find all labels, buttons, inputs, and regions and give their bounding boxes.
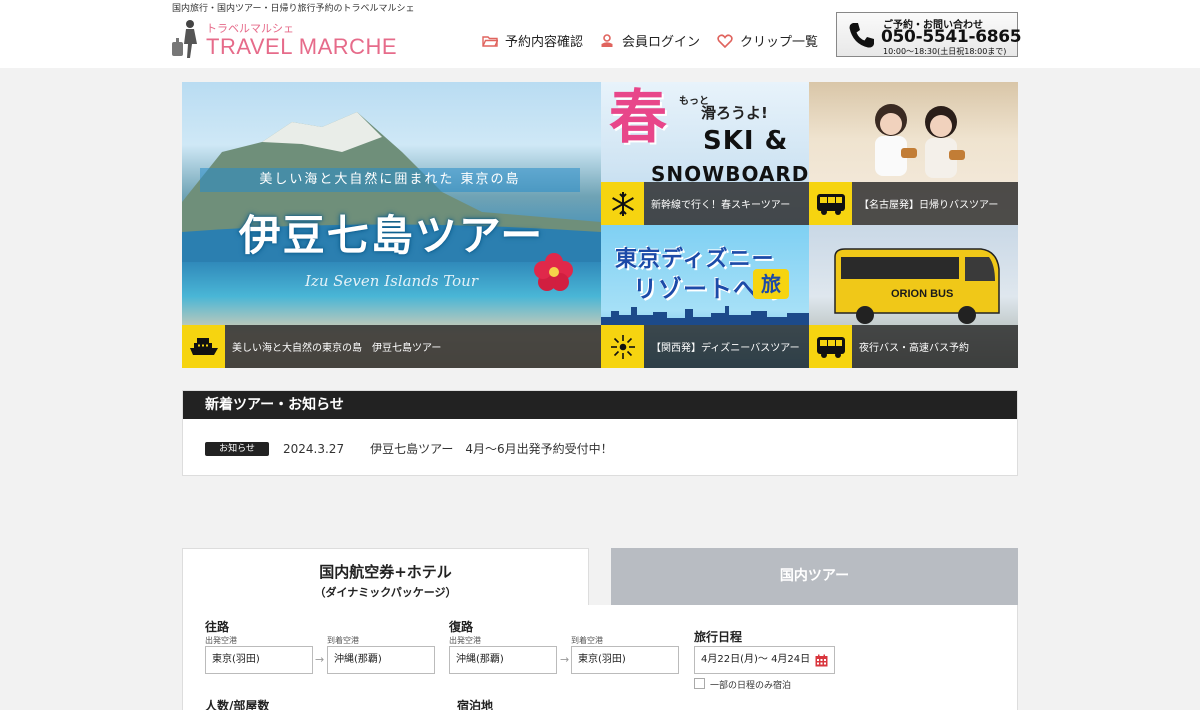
izu-subtitle: 美しい海と大自然に囲まれた 東京の島 [200, 168, 580, 192]
logo-text: TRAVEL MARCHE [206, 34, 398, 59]
bus-brand-text: ORION BUS [891, 288, 953, 300]
contact-phone-number: 050-5541-6865 [881, 27, 1022, 47]
night-bus-caption-bar: 夜行バス・高速バス予約 [809, 325, 1018, 368]
tab-dynamic-package-title: 国内航空券+ホテル [319, 563, 452, 581]
bus-day-caption-text: 【名古屋発】日帰りバスツアー [859, 200, 999, 211]
traveler-logo-icon [172, 20, 197, 58]
banner-night-bus[interactable]: ORION BUS 夜行バス・高速バス予約 [809, 225, 1018, 368]
return-label: 復路 [449, 620, 474, 634]
return-to-select[interactable]: 東京(羽田) [571, 646, 679, 674]
user-icon [601, 33, 613, 47]
stay-location-label: 宿泊地 [457, 699, 494, 710]
contact-hours: 10:00〜18:30(土日祝18:00まで) [883, 47, 1007, 56]
bus-icon [809, 325, 852, 368]
phone-icon [849, 23, 874, 48]
ski-caption-text: 新幹線で行く！春スキーツアー [651, 200, 791, 211]
site-tagline: 国内旅行・国内ツアー・日帰り旅行予約のトラベルマルシェ [172, 4, 415, 14]
yellow-bus-illustration: ORION BUS [834, 248, 1000, 324]
nav-clip-label: クリップ一覧 [740, 35, 819, 50]
disney-caption-text: 【関西発】ディズニーバスツアー [651, 343, 800, 354]
outbound-from-label: 出発空港 [205, 636, 237, 645]
partial-stay-label: 一部の日程のみ宿泊 [710, 681, 792, 691]
bus-icon [809, 182, 852, 225]
return-from-label: 出発空港 [449, 636, 481, 645]
outbound-to-label: 到着空港 [327, 636, 359, 645]
news-heading: 新着ツアー・お知らせ [183, 391, 1017, 419]
arrow-right-icon: → [315, 653, 325, 666]
snowflake-icon [601, 182, 644, 225]
tab-dynamic-package-subtitle: （ダイナミックパッケージ） [314, 586, 457, 599]
bus-day-caption-bar: 【名古屋発】日帰りバスツアー [809, 182, 1018, 225]
ski-caption-bar: 新幹線で行く！春スキーツアー [601, 182, 809, 225]
news-section: 新着ツアー・お知らせ お知らせ 2024.3.27 伊豆七島ツアー 4月〜6月出… [182, 390, 1018, 476]
news-date: 2024.3.27 [283, 441, 345, 456]
return-from-select[interactable]: 沖縄(那覇) [449, 646, 557, 674]
nav-clip-list[interactable]: クリップ一覧 [717, 31, 818, 50]
outbound-from-select[interactable]: 東京(羽田) [205, 646, 313, 674]
travel-dates-value: 4月22日(月)〜 4月24日 [701, 654, 811, 665]
izu-caption-text: 美しい海と大自然の東京の島 伊豆七島ツアー [232, 343, 442, 354]
tab-dynamic-package[interactable]: 国内航空券+ホテル （ダイナミックパッケージ） [182, 548, 589, 606]
arrow-right-icon: → [560, 653, 570, 666]
tourists-illustration [875, 104, 965, 178]
news-item[interactable]: お知らせ 2024.3.27 伊豆七島ツアー 4月〜6月出発予約受付中！ [205, 440, 613, 457]
ship-icon [182, 325, 225, 368]
banner-grid: 美しい海と大自然に囲まれた 東京の島 伊豆七島ツアー Izu Seven Isl… [182, 82, 1018, 368]
banner-nagoya-day-bus[interactable]: 【名古屋発】日帰りバスツアー [809, 82, 1018, 225]
disney-tabi-badge: 旅 [753, 269, 789, 299]
nav-reservation-check[interactable]: 予約内容確認 [482, 31, 583, 50]
banner-spring-ski[interactable]: 春 もっと 滑ろうよ! SKI & SNOWBOARD 新幹線で行く！春スキーツ… [601, 82, 809, 225]
camellia-flower-icon [534, 253, 573, 291]
banner-izu-islands[interactable]: 美しい海と大自然に囲まれた 東京の島 伊豆七島ツアー Izu Seven Isl… [182, 82, 601, 368]
site-header: 国内旅行・国内ツアー・日帰り旅行予約のトラベルマルシェ トラベルマルシェ TRA… [0, 0, 1200, 68]
news-title-link[interactable]: 伊豆七島ツアー 4月〜6月出発予約受付中！ [370, 440, 613, 457]
firework-icon [601, 325, 644, 368]
return-to-label: 到着空港 [571, 636, 603, 645]
banner-disney-bus[interactable]: 東京ディズニー リゾートへの 旅 【関西発】ディズニーバスツアー [601, 225, 809, 368]
folder-icon [482, 35, 498, 47]
ski-subtitle: 滑ろうよ! [701, 104, 768, 122]
nav-login-label: 会員ログイン [622, 35, 701, 50]
outbound-label: 往路 [205, 620, 230, 634]
site-logo[interactable]: トラベルマルシェ TRAVEL MARCHE [170, 16, 397, 62]
travel-dates-input[interactable]: 4月22日(月)〜 4月24日 [694, 646, 835, 674]
nav-member-login[interactable]: 会員ログイン [599, 31, 700, 50]
search-panel: 往路 出発空港 到着空港 東京(羽田) → 沖縄(那覇) 復路 出発空港 到着空… [182, 605, 1018, 710]
travel-dates-label: 旅行日程 [694, 630, 743, 644]
calendar-icon [815, 654, 828, 667]
partial-stay-checkbox[interactable] [694, 678, 705, 689]
contact-phone-box[interactable]: ご予約・お問い合わせ 050-5541-6865 10:00〜18:30(土日祝… [836, 12, 1022, 57]
disney-caption-bar: 【関西発】ディズニーバスツアー [601, 325, 809, 368]
news-badge: お知らせ [205, 441, 269, 456]
ski-ski-text: SKI & [703, 126, 789, 156]
city-skyline-illustration [601, 306, 809, 325]
tab-domestic-tour[interactable]: 国内ツアー [611, 548, 1018, 605]
guests-rooms-label: 人数/部屋数 [205, 699, 270, 710]
nav-reservation-label: 予約内容確認 [505, 35, 584, 50]
izu-caption-bar: 美しい海と大自然の東京の島 伊豆七島ツアー [182, 325, 601, 368]
night-bus-caption-text: 夜行バス・高速バス予約 [859, 343, 969, 354]
ski-haru-text: 春 [609, 83, 668, 151]
heart-icon [717, 33, 733, 48]
outbound-to-select[interactable]: 沖縄(那覇) [327, 646, 435, 674]
